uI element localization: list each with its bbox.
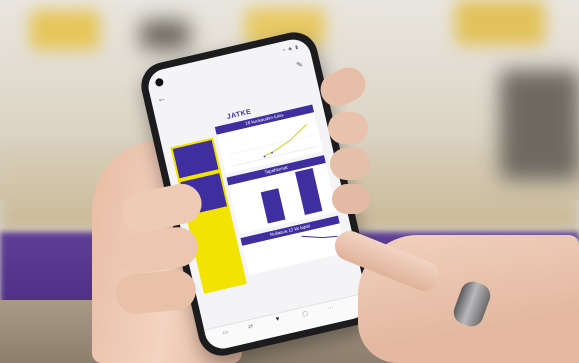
nav-item-5[interactable]: ⋯ (318, 302, 343, 314)
background-dark-object (500, 70, 579, 180)
back-arrow-icon[interactable]: ← (156, 92, 167, 104)
photo-scene: ▪ ◆ ▮ ← ✎ JATKE 18 kuukauden tulos Tapah… (0, 0, 579, 363)
right-finger-1 (328, 112, 368, 144)
side-card-filters[interactable] (172, 140, 219, 179)
background-dark-object-2 (140, 20, 190, 50)
background-yellow-chair-right (455, 0, 545, 45)
pencil-icon[interactable]: ✎ (295, 60, 304, 70)
background-yellow-chair-left (30, 10, 100, 50)
status-bar-icons: ▪ ◆ ▮ (282, 44, 300, 54)
nav-item-1[interactable]: ▭ (213, 326, 238, 338)
front-camera (154, 77, 165, 88)
triangle-down-icon[interactable]: ▼ (265, 314, 290, 325)
nav-item-2[interactable]: ⇄ (238, 320, 263, 332)
right-finger-2 (330, 148, 370, 180)
right-finger-3 (332, 184, 370, 214)
nav-item-4[interactable]: ▢ (293, 308, 318, 320)
